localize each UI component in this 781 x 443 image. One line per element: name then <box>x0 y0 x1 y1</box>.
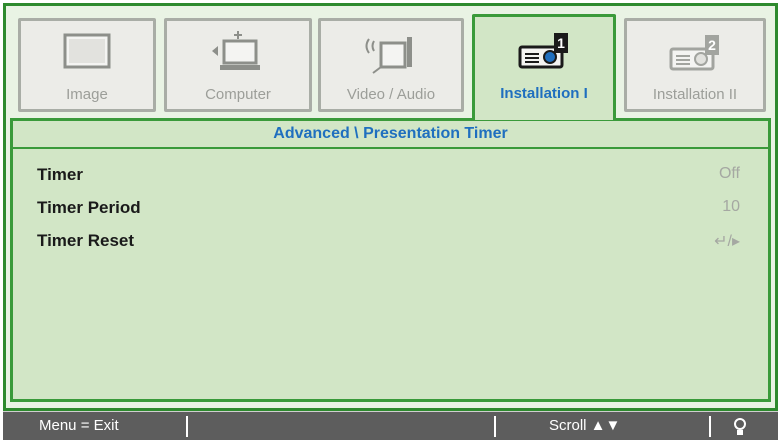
computer-icon <box>212 31 260 70</box>
projector-osd-menu: Image Computer Video / Audio 1 Installat… <box>0 0 781 443</box>
status-divider <box>709 416 711 437</box>
tab-label: Image <box>66 86 108 103</box>
scroll-hint: Scroll ▲▼ <box>549 417 621 434</box>
status-divider <box>494 416 496 437</box>
settings-panel: Advanced \ Presentation Timer Timer Off … <box>10 118 771 402</box>
tab-installation-2[interactable]: 2 Installation II <box>624 18 766 112</box>
setting-row-timer-period[interactable]: Timer Period 10 <box>13 194 768 222</box>
projector-1-icon: 1 <box>518 33 568 69</box>
status-bar: Menu = Exit Scroll ▲▼ <box>3 411 778 440</box>
status-divider <box>186 416 188 437</box>
enter-arrow-icon: ↵/▸ <box>714 233 740 250</box>
menu-exit-hint: Menu = Exit <box>39 417 119 434</box>
svg-text:1: 1 <box>557 35 565 51</box>
tab-computer[interactable]: Computer <box>164 18 312 112</box>
setting-row-timer[interactable]: Timer Off <box>13 161 768 189</box>
setting-value: Off <box>718 165 740 182</box>
setting-row-timer-reset[interactable]: Timer Reset ↵/▸ <box>13 227 768 255</box>
tab-video-audio[interactable]: Video / Audio <box>318 18 464 112</box>
projector-2-icon: 2 <box>669 35 719 71</box>
bulb-icon <box>734 418 746 435</box>
setting-label: Timer Reset <box>37 231 135 250</box>
tab-installation-1[interactable]: 1 Installation I <box>472 14 616 120</box>
setting-label: Timer <box>37 165 83 184</box>
panel-title: Advanced \ Presentation Timer <box>13 121 768 149</box>
setting-label: Timer Period <box>37 198 141 217</box>
setting-value: 10 <box>722 198 740 215</box>
tab-label: Video / Audio <box>346 86 436 103</box>
svg-text:2: 2 <box>708 37 716 53</box>
monitor-icon <box>63 33 111 69</box>
tab-label: Installation I <box>500 85 588 102</box>
tab-label: Installation II <box>652 86 738 103</box>
tab-label: Computer <box>205 86 271 103</box>
tab-image[interactable]: Image <box>18 18 156 112</box>
video-audio-icon <box>365 37 412 74</box>
